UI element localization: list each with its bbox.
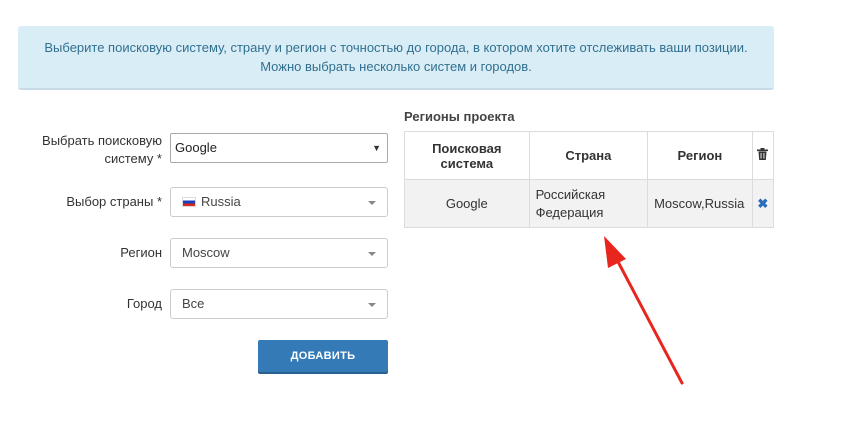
annotation-arrow-icon — [604, 236, 684, 385]
